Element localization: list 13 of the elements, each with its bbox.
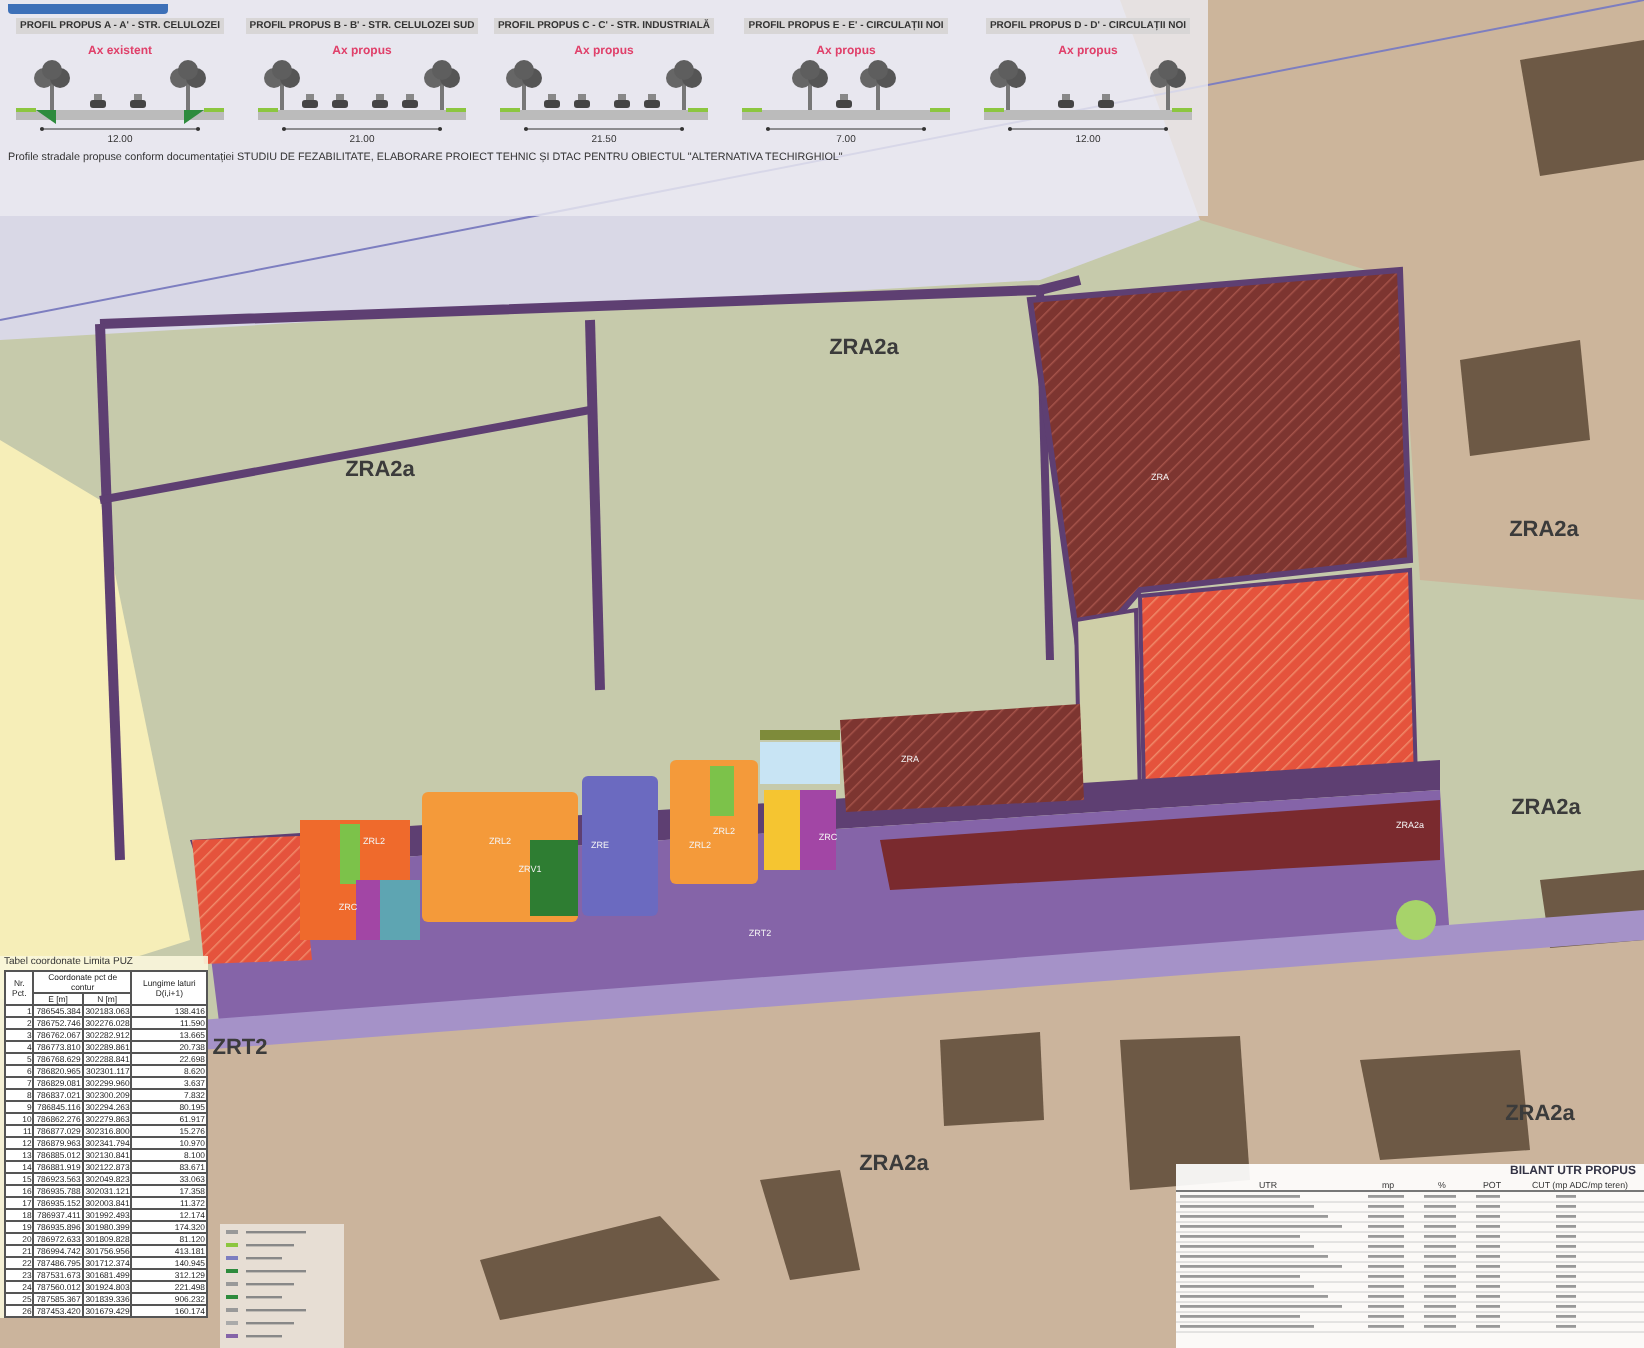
zone-label: ZRA2a [345, 458, 415, 482]
zone-label: ZRA2a [859, 1152, 929, 1176]
zone-area [582, 776, 658, 916]
zone-label: ZRT2 [212, 1036, 268, 1060]
zone-label: ZRA2a [1509, 518, 1579, 542]
zone-area [764, 790, 800, 870]
building-shape [1520, 40, 1644, 176]
building-shape [760, 1170, 860, 1280]
zone-label: ZRA2a [829, 336, 899, 360]
zone-area [800, 790, 836, 870]
zone-label: ZRA2a [1511, 796, 1581, 820]
legend-drawing [220, 1224, 344, 1348]
building-shape [1460, 340, 1590, 456]
